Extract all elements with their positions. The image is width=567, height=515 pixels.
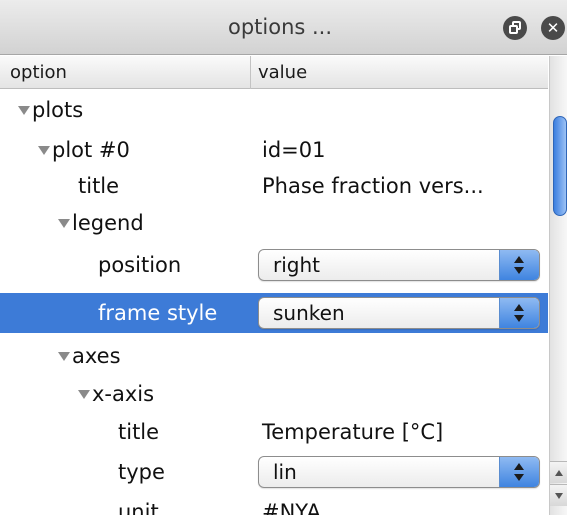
- tree-row-label: type: [118, 460, 165, 484]
- tree-row-x-axis-title[interactable]: title Temperature [°C]: [0, 412, 548, 452]
- tree-row-label: title: [118, 420, 160, 444]
- tree-row-axes[interactable]: axes: [0, 336, 548, 376]
- tree-row-x-axis-unit[interactable]: unit #NYA: [0, 492, 548, 515]
- scrollbar-thumb[interactable]: [553, 116, 567, 216]
- tree-row-label: title: [78, 174, 120, 198]
- tree-row-frame-style[interactable]: frame style sunken: [0, 293, 548, 333]
- plot-id-value: id=01: [262, 138, 326, 162]
- column-header-option[interactable]: option: [10, 56, 67, 89]
- column-divider[interactable]: [250, 56, 251, 89]
- tree-row-legend-position[interactable]: position right: [0, 245, 548, 285]
- tree-row-label: frame style: [98, 301, 218, 325]
- close-icon[interactable]: ✕: [541, 16, 565, 40]
- disclosure-triangle-icon[interactable]: [18, 106, 30, 115]
- scroll-up-button[interactable]: [550, 461, 567, 483]
- disclosure-triangle-icon[interactable]: [78, 390, 90, 399]
- disclosure-triangle-icon[interactable]: [38, 146, 50, 155]
- tree-row-label: unit: [118, 500, 159, 515]
- tree-row-x-axis[interactable]: x-axis: [0, 374, 548, 414]
- tree-row-legend[interactable]: legend: [0, 203, 548, 243]
- tree-row-plot-title[interactable]: title Phase fraction vers...: [0, 166, 548, 206]
- x-axis-unit-value[interactable]: #NYA: [262, 492, 321, 515]
- disclosure-triangle-icon[interactable]: [58, 219, 70, 228]
- legend-position-select[interactable]: right: [258, 249, 540, 281]
- tree-row-plots[interactable]: plots: [0, 90, 548, 130]
- title-bar[interactable]: options ... ✕: [0, 0, 567, 55]
- tree-row-plot-0[interactable]: plot #0 id=01: [0, 130, 548, 170]
- options-panel: options ... ✕ option value plots plot #0…: [0, 0, 567, 515]
- restore-window-icon[interactable]: [503, 16, 527, 40]
- tree-row-label: x-axis: [92, 382, 155, 406]
- tree-row-label: plot #0: [52, 138, 130, 162]
- tree-row-label: plots: [32, 98, 84, 122]
- arrow-up-icon: [555, 470, 563, 476]
- axis-type-select[interactable]: lin: [258, 456, 540, 488]
- up-down-arrows-icon[interactable]: [499, 457, 539, 487]
- tree-row-label: position: [98, 253, 182, 277]
- frame-style-select[interactable]: sunken: [258, 297, 540, 329]
- select-value: lin: [273, 460, 297, 484]
- up-down-arrows-icon[interactable]: [499, 250, 539, 280]
- scroll-down-button[interactable]: [550, 484, 567, 506]
- tree-row-label: axes: [72, 344, 121, 368]
- plot-title-value[interactable]: Phase fraction vers...: [262, 166, 484, 206]
- column-header: option value: [0, 56, 548, 89]
- window-title: options ...: [227, 15, 333, 39]
- tree-row-x-axis-type[interactable]: type lin: [0, 452, 548, 492]
- up-down-arrows-icon[interactable]: [499, 298, 539, 328]
- disclosure-triangle-icon[interactable]: [58, 352, 70, 361]
- tree-row-label: legend: [72, 211, 144, 235]
- arrow-down-icon: [555, 493, 563, 499]
- vertical-scrollbar[interactable]: [549, 56, 567, 515]
- x-axis-title-value[interactable]: Temperature [°C]: [262, 412, 443, 452]
- select-value: right: [273, 253, 320, 277]
- column-header-value[interactable]: value: [258, 56, 307, 89]
- select-value: sunken: [273, 301, 345, 325]
